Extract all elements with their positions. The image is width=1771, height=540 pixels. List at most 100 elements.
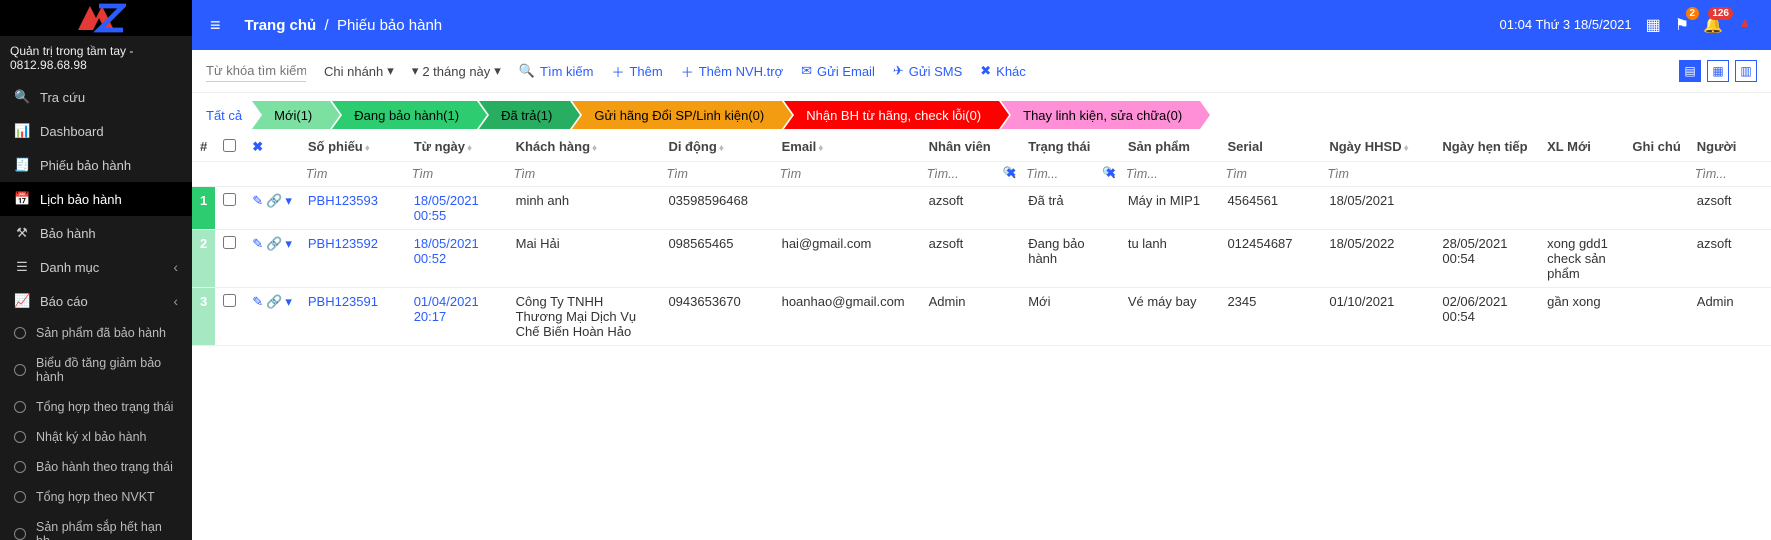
- filter-tu[interactable]: [412, 165, 502, 183]
- col-xl-moi[interactable]: XL Mới: [1539, 133, 1624, 162]
- row-actions[interactable]: ✎🔗▾: [252, 236, 292, 252]
- row-check[interactable]: [223, 193, 236, 206]
- col-nguoi[interactable]: Người: [1689, 133, 1771, 162]
- nav-search[interactable]: 🔍Tra cứu: [0, 80, 192, 114]
- cell-xl-moi: [1539, 187, 1624, 230]
- filter-ng[interactable]: [1695, 165, 1765, 183]
- tab-returned[interactable]: Đã trả(1): [479, 101, 570, 129]
- tab-in-warranty[interactable]: Đang bảo hành(1): [332, 101, 477, 129]
- row-actions[interactable]: ✎🔗▾: [252, 193, 292, 209]
- col-tu-ngay[interactable]: Từ ngày♦: [406, 133, 508, 162]
- cell-trang-thai: Đã trả: [1020, 187, 1120, 230]
- col-ghi-chu[interactable]: Ghi chú: [1624, 133, 1688, 162]
- breadcrumb-home[interactable]: Trang chủ: [245, 17, 317, 34]
- filter-nv[interactable]: [927, 165, 1015, 183]
- add-button[interactable]: ＋Thêm: [611, 62, 662, 81]
- caret-down-icon: ▾: [412, 63, 419, 79]
- cell-hhsd: 18/05/2022: [1321, 230, 1434, 288]
- flag-icon[interactable]: ⚑2: [1675, 15, 1689, 35]
- row-check[interactable]: [223, 236, 236, 249]
- col-san-pham[interactable]: Sản phẩm: [1120, 133, 1220, 162]
- breadcrumb-page[interactable]: Phiếu bảo hành: [337, 17, 442, 34]
- table-row: 1✎🔗▾PBH12359318/05/2021 00:55minh anh035…: [192, 187, 1771, 230]
- col-email[interactable]: Email♦: [774, 133, 921, 162]
- mail-icon: ✉: [801, 63, 812, 79]
- link-icon: 🔗: [266, 193, 282, 209]
- cell-so-phieu[interactable]: PBH123592: [300, 230, 406, 288]
- check-all[interactable]: [223, 139, 236, 152]
- clear-icon[interactable]: ✖: [1106, 166, 1116, 180]
- nav-warranty-calendar[interactable]: 📅Lịch bảo hành: [0, 182, 192, 216]
- cell-xl-moi: gần xong: [1539, 288, 1624, 346]
- sub-sp-da-bh[interactable]: Sản phẩm đã bảo hành: [0, 318, 192, 348]
- cell-tu-ngay[interactable]: 18/05/2021 00:52: [406, 230, 508, 288]
- nav-dashboard[interactable]: 📊Dashboard: [0, 114, 192, 148]
- row-check[interactable]: [223, 294, 236, 307]
- row-number: 2: [192, 230, 215, 288]
- calendar-icon: 📅: [14, 191, 30, 207]
- col-actions[interactable]: ✖: [244, 133, 300, 162]
- view-grid-icon[interactable]: ▥: [1735, 60, 1757, 82]
- sub-sap-het-han[interactable]: Sản phẩm sắp hết hạn bh: [0, 512, 192, 540]
- col-trang-thai[interactable]: Trạng thái: [1020, 133, 1120, 162]
- filter-dd[interactable]: [666, 165, 767, 183]
- filter-sp[interactable]: [1126, 165, 1214, 183]
- keyword-input[interactable]: [206, 60, 306, 82]
- email-button[interactable]: ✉Gửi Email: [801, 63, 875, 79]
- menu-toggle-icon[interactable]: ≡: [206, 11, 225, 40]
- tab-replace-part[interactable]: Thay linh kiện, sửa chữa(0): [1001, 101, 1200, 129]
- col-di-dong[interactable]: Di động♦: [660, 133, 773, 162]
- sub-tong-hop-nvkt[interactable]: Tổng hợp theo NVKT: [0, 482, 192, 512]
- nav-warranty[interactable]: ⚒Bảo hành: [0, 216, 192, 250]
- filter-tt[interactable]: [1026, 165, 1114, 183]
- view-calendar-icon[interactable]: ▦: [1707, 60, 1729, 82]
- cell-di-dong: 03598596468: [660, 187, 773, 230]
- edit-icon: ✎: [252, 294, 263, 310]
- sub-bieu-do[interactable]: Biểu đồ tăng giảm bảo hành: [0, 348, 192, 392]
- tab-receive-vendor[interactable]: Nhận BH từ hãng, check lỗi(0): [784, 101, 999, 129]
- sub-tong-hop-trang-thai[interactable]: Tổng hợp theo trạng thái: [0, 392, 192, 422]
- brand-icon[interactable]: [1737, 15, 1757, 36]
- other-button[interactable]: ✖Khác: [980, 63, 1026, 79]
- tab-new[interactable]: Mới(1): [252, 101, 330, 129]
- cell-nguoi: azsoft: [1689, 230, 1771, 288]
- apps-icon[interactable]: ▦: [1646, 15, 1661, 35]
- sub-nhat-ky[interactable]: Nhật ký xl bảo hành: [0, 422, 192, 452]
- cell-tu-ngay[interactable]: 18/05/2021 00:55: [406, 187, 508, 230]
- search-button[interactable]: 🔍Tìm kiếm: [519, 63, 594, 79]
- row-actions[interactable]: ✎🔗▾: [252, 294, 292, 310]
- sub-bh-trang-thai[interactable]: Bảo hành theo trạng thái: [0, 452, 192, 482]
- tab-send-vendor[interactable]: Gửi hãng Đổi SP/Linh kiện(0): [572, 101, 782, 129]
- plus-icon: ＋: [681, 62, 694, 81]
- sidebar: Quản trị trong tầm tay - 0812.98.68.98 🔍…: [0, 0, 192, 540]
- range-select[interactable]: ▾2 tháng này ▾: [412, 63, 501, 79]
- col-serial[interactable]: Serial: [1219, 133, 1321, 162]
- filter-em[interactable]: [780, 165, 915, 183]
- col-hhsd[interactable]: Ngày HHSD♦: [1321, 133, 1434, 162]
- col-nhan-vien[interactable]: Nhân viên: [921, 133, 1021, 162]
- cell-so-phieu[interactable]: PBH123593: [300, 187, 406, 230]
- cell-di-dong: 0943653670: [660, 288, 773, 346]
- document-icon: 🧾: [14, 157, 30, 173]
- col-so-phieu[interactable]: Số phiếu♦: [300, 133, 406, 162]
- cell-so-phieu[interactable]: PBH123591: [300, 288, 406, 346]
- filter-kh[interactable]: [514, 165, 655, 183]
- nav-category[interactable]: ☰Danh mục: [0, 250, 192, 284]
- view-list-icon[interactable]: ▤: [1679, 60, 1701, 82]
- cell-khach-hang: minh anh: [508, 187, 661, 230]
- sms-button[interactable]: ✈Gửi SMS: [893, 63, 962, 79]
- col-hen-tiep[interactable]: Ngày hẹn tiếp: [1434, 133, 1539, 162]
- clear-icon[interactable]: ✖: [1006, 166, 1016, 180]
- branch-select[interactable]: Chi nhánh ▾: [324, 63, 394, 79]
- col-khach-hang[interactable]: Khách hàng♦: [508, 133, 661, 162]
- tab-all[interactable]: Tất cả: [206, 104, 252, 127]
- filter-sr[interactable]: [1225, 165, 1315, 183]
- cell-tu-ngay[interactable]: 01/04/2021 20:17: [406, 288, 508, 346]
- nav-report[interactable]: 📈Báo cáo: [0, 284, 192, 318]
- bell-icon[interactable]: 🔔126: [1703, 15, 1723, 35]
- filter-so[interactable]: [306, 165, 400, 183]
- add-nvh-button[interactable]: ＋Thêm NVH.trợ: [681, 62, 783, 81]
- filter-hh[interactable]: [1327, 165, 1428, 183]
- nav-warranty-slip[interactable]: 🧾Phiếu bảo hành: [0, 148, 192, 182]
- cell-serial: 2345: [1219, 288, 1321, 346]
